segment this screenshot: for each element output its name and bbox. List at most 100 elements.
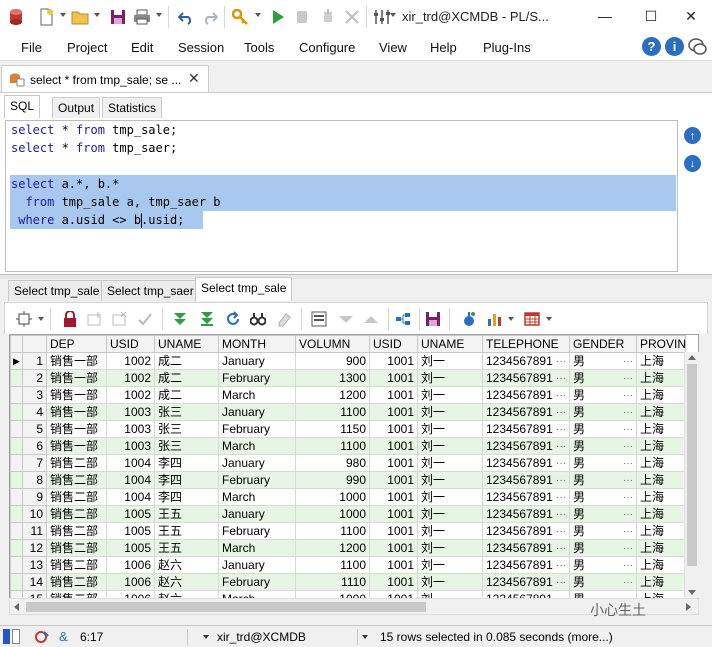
grid-cell[interactable]: 1001 [369,437,418,455]
grid-cell[interactable]: 1006 [106,573,155,591]
grid-cell[interactable]: 张三 [154,403,219,421]
grid-cell[interactable]: 销售一部 [46,403,107,421]
grid-cell[interactable]: 上海 [636,522,686,540]
grid-cell[interactable]: 赵六 [154,556,219,574]
status-message[interactable]: 15 rows selected in 0.085 seconds (more.… [380,630,613,644]
cell-ellipsis-button[interactable]: ··· [556,507,566,522]
grid-cell[interactable]: 上海 [636,369,686,387]
table-row[interactable]: 13 销售二部 1006 赵六 January 1100 1001 刘一 ··· 12345678… [10,556,686,574]
grid-cell[interactable]: 销售二部 [46,522,107,540]
print-icon[interactable] [132,7,152,27]
grid-cell[interactable]: ··· 1234567891 [482,488,570,506]
grid-cell[interactable]: 1150 [295,420,370,438]
grid-cell[interactable]: 销售二部 [46,471,107,489]
menu-project[interactable]: Project [67,40,107,55]
grid-cell[interactable]: February [218,573,296,591]
grid-cell[interactable]: 刘一 [417,556,483,574]
result-tab-2[interactable]: Select tmp_saer [101,280,200,301]
post-changes-icon[interactable] [136,310,154,328]
grid-cell[interactable]: ··· 男 [569,352,637,370]
redo-icon[interactable] [200,7,220,27]
grid-cell[interactable]: ··· 男 [569,437,637,455]
column-header[interactable]: DEP [46,335,107,353]
grid-cell[interactable]: 上海 [636,488,686,506]
menu-configure[interactable]: Configure [299,40,355,55]
grid-cell[interactable]: 1200 [295,539,370,557]
grid-cell[interactable]: 1100 [295,556,370,574]
fetch-last-icon[interactable] [198,310,216,328]
open-folder-icon[interactable] [70,7,90,27]
column-header[interactable]: PROVINCE [636,335,686,353]
grid-cell[interactable]: ··· 男 [569,556,637,574]
record-nav-icon[interactable] [15,310,33,328]
table-row[interactable]: 5 销售一部 1003 张三 February 1150 1001 刘一 ··· 12345678… [10,420,686,438]
grid-cell[interactable]: 销售一部 [46,420,107,438]
table-row[interactable]: 12 销售二部 1005 王五 March 1200 1001 刘一 ··· 1234567891… [10,539,686,557]
grid-cell[interactable]: 1004 [106,454,155,472]
grid-cell[interactable]: 销售一部 [46,352,107,370]
single-record-view-icon[interactable] [310,310,328,328]
result-grid[interactable]: DEP USID UNAME MONTH VOLUMN USID UNAME T… [9,334,699,599]
navigate-down-icon[interactable]: ↓ [684,155,701,172]
menu-help[interactable]: Help [430,40,457,55]
tab-statistics[interactable]: Statistics [102,97,163,118]
grid-cell[interactable]: 刘一 [417,522,483,540]
grid-cell[interactable]: 1001 [369,505,418,523]
navigate-up-icon[interactable]: ↑ [684,127,701,144]
grid-cell[interactable]: ··· 男 [569,420,637,438]
lock-icon[interactable] [61,310,79,328]
horizontal-scroll-thumb[interactable] [26,602,426,612]
column-header[interactable]: MONTH [218,335,296,353]
grid-cell[interactable]: ··· 男 [569,369,637,387]
grid-cell[interactable]: 1006 [106,556,155,574]
grid-cell[interactable]: 上海 [636,539,686,557]
grid-cell[interactable]: 1002 [106,369,155,387]
settings-icon[interactable] [372,7,392,27]
grid-cell[interactable]: 张三 [154,437,219,455]
column-header[interactable]: UNAME [417,335,483,353]
cell-ellipsis-button[interactable]: ··· [623,388,633,403]
cell-ellipsis-button[interactable]: ··· [623,558,633,573]
cell-ellipsis-button[interactable]: ··· [623,575,633,590]
connection-name[interactable]: xir_trd@XCMDB [217,630,306,644]
grid-cell[interactable]: ··· 男 [569,386,637,404]
cell-ellipsis-button[interactable]: ··· [623,354,633,369]
connection-dropdown-icon[interactable] [203,635,209,639]
grid-cell[interactable]: 1100 [295,522,370,540]
link-icon[interactable] [394,310,412,328]
grid-cell[interactable]: January [218,505,296,523]
minimize-button[interactable]: — [590,4,620,28]
grid-cell[interactable]: 成二 [154,352,219,370]
grid-cell[interactable]: March [218,539,296,557]
grid-cell[interactable]: 王五 [154,522,219,540]
grid-cell[interactable]: ··· 1234567891 [482,505,570,523]
cell-ellipsis-button[interactable]: ··· [623,507,633,522]
grid-cell[interactable]: 1004 [106,488,155,506]
grid-cell[interactable]: 上海 [636,420,686,438]
table-row[interactable]: 14 销售二部 1006 赵六 February 1110 1001 刘一 ··· 1234567… [10,573,686,591]
grid-cell[interactable]: 王五 [154,539,219,557]
menu-edit[interactable]: Edit [131,40,153,55]
grid-cell[interactable]: 1002 [106,352,155,370]
insert-record-icon[interactable] [86,310,104,328]
grid-cell[interactable]: 上海 [636,454,686,472]
grid-cell[interactable]: January [218,403,296,421]
grid-cell[interactable]: 成二 [154,386,219,404]
table-row[interactable]: 9 销售二部 1004 李四 March 1000 1001 刘一 ··· 1234567891 ·… [10,488,686,506]
new-file-icon[interactable] [36,7,56,27]
cell-ellipsis-button[interactable]: ··· [623,371,633,386]
grid-cell[interactable]: 赵六 [154,573,219,591]
maximize-button[interactable]: ☐ [636,4,666,28]
grid-cell[interactable]: 刘一 [417,369,483,387]
grid-cell[interactable]: 上海 [636,386,686,404]
grid-cell[interactable]: ··· 1234567891 [482,386,570,404]
cell-ellipsis-button[interactable]: ··· [623,473,633,488]
grid-cell[interactable]: ··· 男 [569,488,637,506]
tab-sql[interactable]: SQL [4,95,41,118]
column-header[interactable]: VOLUMN [295,335,370,353]
grid-cell[interactable]: 销售二部 [46,556,107,574]
cell-ellipsis-button[interactable]: ··· [556,422,566,437]
vertical-scrollbar[interactable] [684,352,699,599]
grid-cell[interactable]: 1002 [106,386,155,404]
grid-cell[interactable]: ··· 男 [569,454,637,472]
